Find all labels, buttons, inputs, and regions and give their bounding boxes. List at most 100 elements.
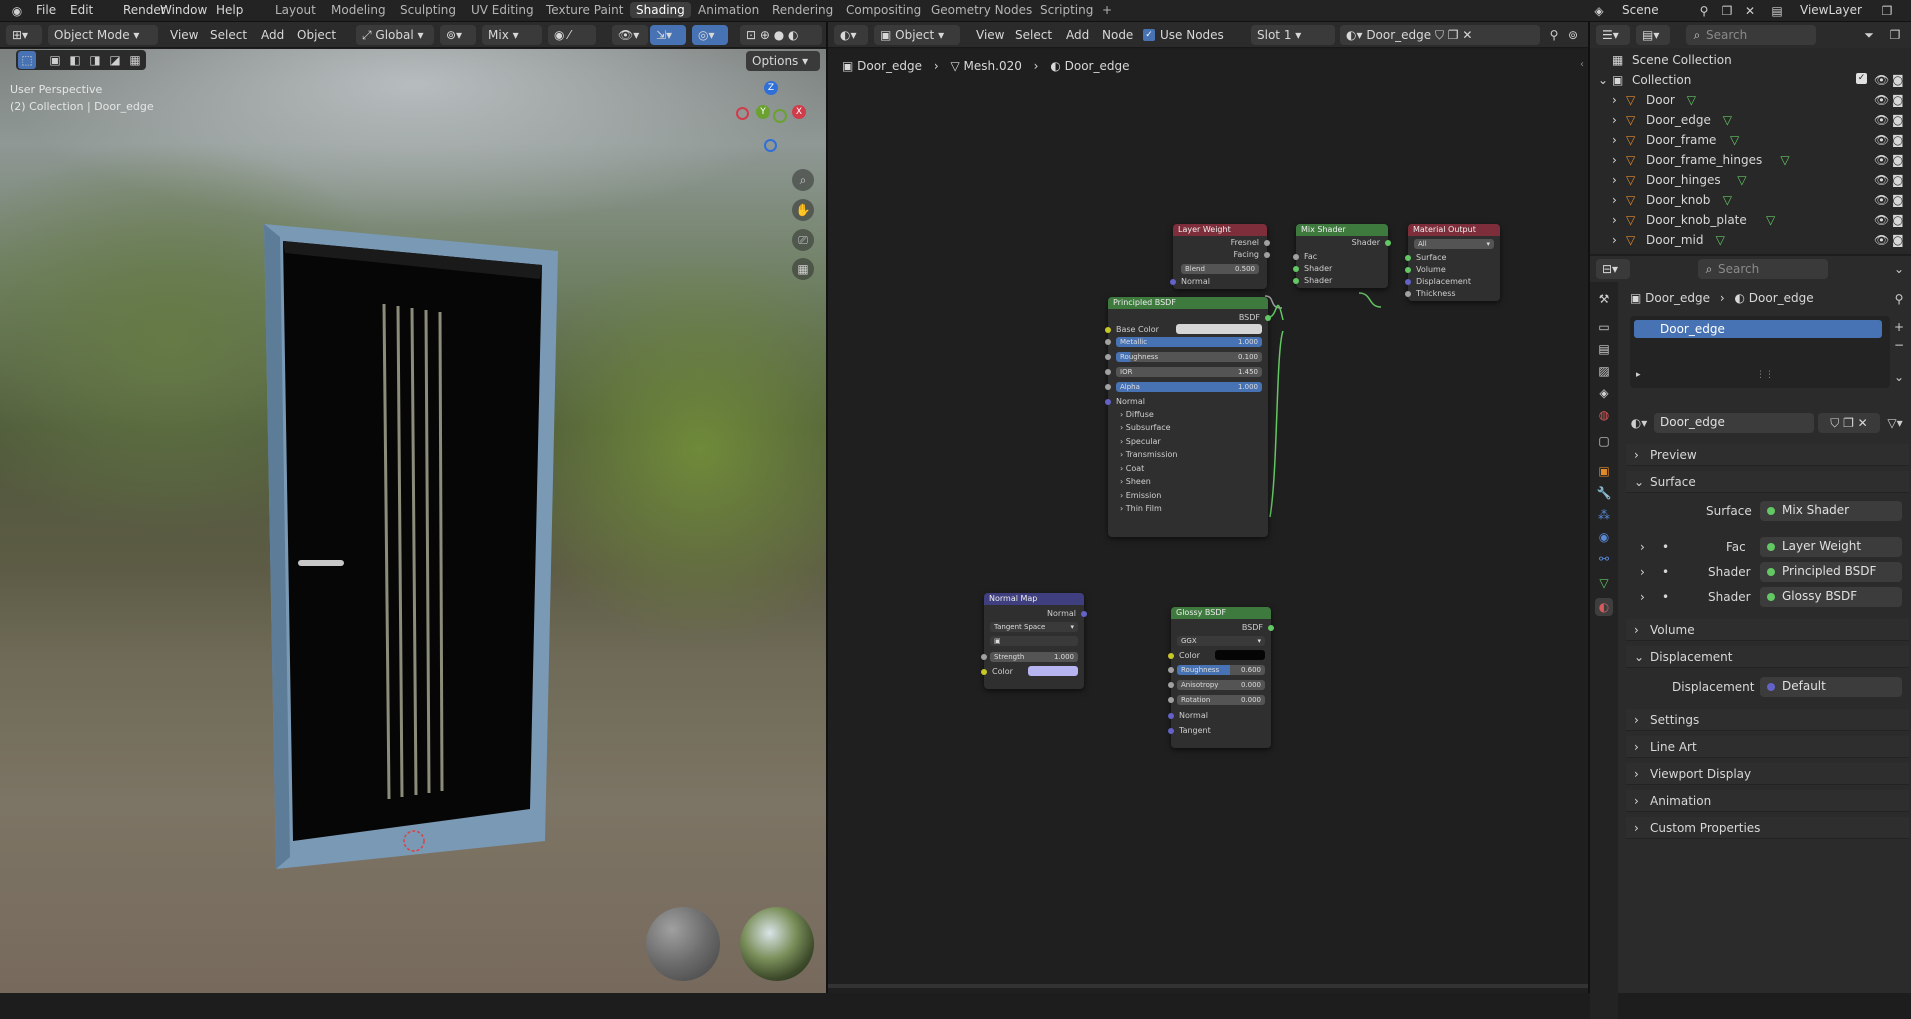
displacement-value[interactable]: Default (1760, 677, 1902, 697)
socket[interactable] (1105, 399, 1111, 405)
panel-specular[interactable]: › Specular (1120, 437, 1161, 446)
socket[interactable] (1405, 279, 1411, 285)
panel-transmission[interactable]: › Transmission (1120, 450, 1177, 459)
chevron-right-icon[interactable]: › (1634, 740, 1639, 754)
material-slot-item[interactable]: Door_edge (1634, 320, 1882, 338)
link-dot-icon[interactable]: • (1662, 565, 1669, 579)
socket[interactable] (1081, 611, 1087, 617)
gizmo-y[interactable]: Y (756, 105, 770, 119)
new-view-layer-icon[interactable]: ❐ (1878, 2, 1896, 20)
base-color-swatch[interactable] (1176, 324, 1262, 334)
eye-icon[interactable]: 👁 (1874, 233, 1889, 247)
output-tab-icon[interactable]: ▤ (1595, 340, 1613, 358)
shader2-value[interactable]: Glossy BSDF (1760, 587, 1902, 607)
socket[interactable] (1385, 240, 1391, 246)
shader1-value[interactable]: Principled BSDF (1760, 562, 1902, 582)
eye-icon[interactable]: 👁 (1874, 153, 1889, 167)
socket[interactable] (1405, 291, 1411, 297)
outliner-item[interactable]: › ▽ Door ▽ 👁 ◙ (1590, 90, 1911, 110)
camera-icon[interactable]: ◙ (1892, 233, 1904, 247)
node-menu-add[interactable]: Add (1066, 28, 1089, 42)
section-custom-properties[interactable]: Custom Properties › (1626, 817, 1909, 839)
anisotropy-field[interactable]: Anisotropy 0.000 (1177, 680, 1265, 690)
eye-icon[interactable]: 👁 (1874, 173, 1889, 187)
expand-chevron-icon[interactable]: › (1612, 133, 1617, 147)
node-material-output[interactable]: Material Output All ▾ Surface Volume Disp… (1405, 224, 1500, 301)
collection-row[interactable]: ⌄ ▣ Collection ✓ 👁 ◙ (1590, 70, 1911, 90)
menu-file[interactable]: File (36, 3, 56, 17)
socket[interactable] (1268, 625, 1274, 631)
output-target-dropdown[interactable]: All ▾ (1414, 239, 1494, 249)
normal-space-dropdown[interactable]: Tangent Space ▾ (990, 622, 1078, 632)
tab-animation[interactable]: Animation (698, 3, 759, 17)
socket[interactable] (1293, 254, 1299, 260)
add-slot-icon[interactable]: + (1890, 318, 1908, 336)
tab-shading[interactable]: Shading (630, 2, 691, 18)
constraints-tab-icon[interactable]: ⚯ (1595, 550, 1613, 568)
pin-icon[interactable]: ⚲ (1890, 290, 1908, 308)
eye-icon[interactable]: 👁 (1874, 213, 1889, 227)
door-model[interactable] (250, 169, 570, 889)
node-normal-map[interactable]: Normal Map Normal Tangent Space ▾ ▣ Stren… (981, 593, 1087, 689)
blend-field[interactable]: Blend 0.500 (1181, 264, 1259, 274)
rotation-field[interactable]: Rotation 0.000 (1177, 695, 1265, 705)
outliner-item[interactable]: › ▽ Door_hinges ▽ 👁 ◙ (1590, 170, 1911, 190)
node-editor[interactable]: ▣ Door_edge › ▽ Mesh.020 › ◐ Door_edge L… (828, 49, 1588, 993)
camera-icon[interactable]: ◙ (1892, 213, 1904, 227)
panel-diffuse[interactable]: › Diffuse (1120, 410, 1154, 419)
outliner-item[interactable]: › ▽ Door_frame ▽ 👁 ◙ (1590, 130, 1911, 150)
object-mode-dropdown[interactable]: Object Mode ▾ (48, 25, 158, 45)
view-layer-tab-icon[interactable]: ▨ (1595, 362, 1613, 380)
overlay-toggle[interactable]: ◎▾ (692, 25, 728, 45)
chevron-right-icon[interactable]: › (1634, 713, 1639, 727)
outliner-type-button[interactable]: ☰▾ (1596, 25, 1630, 45)
tab-uv-editing[interactable]: UV Editing (471, 3, 534, 17)
normal-map-color-swatch[interactable] (1028, 666, 1078, 676)
3d-viewport[interactable]: User Perspective (2) Collection | Door_e… (0, 49, 826, 993)
camera-icon[interactable]: ◙ (1892, 93, 1904, 107)
outliner-item[interactable]: › ▽ Door_mid ▽ 👁 ◙ (1590, 230, 1911, 250)
outliner-item[interactable]: › ▽ Door_knob_plate ▽ 👁 ◙ (1590, 210, 1911, 230)
tab-geometry-nodes[interactable]: Geometry Nodes (931, 3, 1032, 17)
outliner-item[interactable]: › ▽ Door_edge ▽ 👁 ◙ (1590, 110, 1911, 130)
material-name-field[interactable]: Door_edge (1654, 413, 1814, 433)
viewport-menu-select[interactable]: Select (210, 28, 247, 42)
glossy-color-swatch[interactable] (1215, 650, 1265, 660)
socket[interactable] (1168, 697, 1174, 703)
socket[interactable] (1405, 267, 1411, 273)
display-mode-button[interactable]: ▤▾ (1636, 25, 1670, 45)
glossy-roughness-field[interactable]: Roughness 0.600 (1177, 665, 1265, 675)
expand-chevron-icon[interactable]: › (1640, 590, 1645, 604)
socket[interactable] (1105, 327, 1111, 333)
socket[interactable] (1105, 369, 1111, 375)
surface-value[interactable]: Mix Shader (1760, 501, 1902, 521)
socket[interactable] (1168, 682, 1174, 688)
editor-type-button[interactable]: ⊞▾ (6, 25, 42, 45)
modifier-tab-icon[interactable]: 🔧 (1595, 484, 1613, 502)
collection-tab-icon[interactable]: ▢ (1595, 432, 1613, 450)
eye-icon[interactable]: 👁 (1874, 73, 1889, 87)
link-dot-icon[interactable]: • (1662, 590, 1669, 604)
orientation-dropdown[interactable]: ⤢ Global ▾ (356, 25, 434, 45)
panel-emission[interactable]: › Emission (1120, 491, 1161, 500)
chevron-right-icon[interactable]: › (1634, 794, 1639, 808)
expand-chevron-icon[interactable]: › (1612, 113, 1617, 127)
gizmo-neg-x[interactable] (736, 107, 749, 120)
sidebar-toggle-icon[interactable]: ‹ (1580, 59, 1584, 70)
socket[interactable] (1293, 278, 1299, 284)
perspective-toggle-icon[interactable]: ▦ (792, 258, 814, 280)
gizmo-neg-y[interactable] (773, 109, 787, 123)
blender-logo-icon[interactable]: ◉ (8, 2, 26, 20)
section-viewport-display[interactable]: Viewport Display › (1626, 763, 1909, 785)
socket[interactable] (1405, 255, 1411, 261)
panel-coat[interactable]: › Coat (1120, 464, 1144, 473)
proportional-edit-button[interactable]: ◉ ⁄ (548, 25, 596, 45)
expand-arrow-icon[interactable]: ▸ (1636, 370, 1641, 380)
material-actions[interactable]: ⛉ ❐ ✕ (1818, 413, 1880, 433)
socket[interactable] (1168, 667, 1174, 673)
pin-node-tree-icon[interactable]: ⚲ (1545, 26, 1563, 44)
uv-map-field[interactable]: ▣ (990, 636, 1078, 646)
socket[interactable] (1264, 240, 1270, 246)
section-line-art[interactable]: Line Art › (1626, 736, 1909, 758)
shader-type-dropdown[interactable]: ▣ Object ▾ (874, 25, 960, 45)
